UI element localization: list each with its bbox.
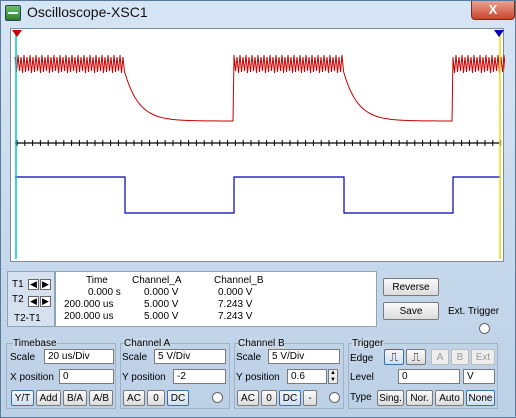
falling-edge-icon[interactable]: ⎍ — [406, 349, 426, 365]
t1-label: T1 — [12, 279, 24, 290]
timebase-title: Timebase — [13, 338, 57, 349]
trigger-auto-button[interactable]: Auto — [435, 390, 464, 406]
type-label: Type — [350, 392, 372, 403]
title-bar[interactable]: Oscilloscope-XSC1 X — [1, 1, 515, 25]
trigger-source-b-button[interactable]: B — [451, 349, 469, 365]
t2-left-arrow-icon[interactable]: ◀ — [28, 296, 39, 307]
channel-a-ypos-label: Y position — [122, 372, 166, 383]
t2-t1-label: T2-T1 — [14, 313, 41, 324]
trigger-normal-button[interactable]: Nor. — [406, 390, 433, 406]
t2-t1-time: 200.000 us — [64, 311, 114, 322]
x-position-field[interactable]: 0 — [59, 369, 114, 384]
trigger-single-button[interactable]: Sing. — [377, 390, 404, 406]
channel-b-scale-label: Scale — [236, 352, 262, 363]
channel-a-title: Channel A — [124, 338, 171, 349]
x-position-label: X position — [10, 372, 54, 383]
channel-b-ac-button[interactable]: AC — [237, 390, 259, 406]
add-mode-button[interactable]: Add — [36, 390, 61, 406]
trigger-level-unit[interactable]: V — [463, 369, 495, 384]
header-channel-a: Channel_A — [132, 275, 182, 286]
t1-time: 0.000 s — [88, 287, 121, 298]
rising-edge-icon[interactable]: ⎍ — [384, 349, 404, 365]
t1-left-arrow-icon[interactable]: ◀ — [28, 279, 39, 290]
channel-a-scale-field[interactable]: 5 V/Div — [154, 349, 226, 364]
oscilloscope-window: Oscilloscope-XSC1 X T1 ◀ ▶ T2 ◀ ▶ T2-T1 … — [0, 0, 516, 418]
channel-b-terminal[interactable] — [329, 392, 340, 403]
t2-label: T2 — [12, 294, 24, 305]
channel-a-dc-button[interactable]: DC — [167, 390, 189, 406]
channel-b-title: Channel B — [238, 338, 285, 349]
edge-label: Edge — [350, 353, 374, 364]
trigger-level-field[interactable]: 0 — [398, 369, 460, 384]
cursor-t1-marker-icon[interactable] — [12, 30, 22, 37]
channel-b-ypos-label: Y position — [236, 372, 280, 383]
channel-a-ac-button[interactable]: AC — [123, 390, 145, 406]
t2-channel-a: 5.000 V — [144, 299, 179, 310]
channel-a-scale-label: Scale — [122, 352, 148, 363]
scope-screen[interactable] — [10, 28, 505, 262]
reverse-button[interactable]: Reverse — [383, 278, 439, 296]
window-title: Oscilloscope-XSC1 — [27, 4, 148, 20]
level-label: Level — [350, 372, 374, 383]
timebase-scale-field[interactable]: 20 us/Div — [44, 349, 114, 364]
channel-b-minus-button[interactable]: - — [303, 390, 317, 406]
channel-b-scale-field[interactable]: 5 V/Div — [268, 349, 340, 364]
ext-trigger-terminal[interactable] — [479, 323, 490, 334]
ab-mode-button[interactable]: A/B — [89, 390, 113, 406]
ba-mode-button[interactable]: B/A — [63, 390, 87, 406]
channel-a-trace — [14, 54, 505, 122]
t2-t1-channel-a: 5.000 V — [144, 311, 179, 322]
channel-a-terminal[interactable] — [212, 392, 223, 403]
channel-b-trace — [15, 176, 501, 214]
trigger-source-a-button[interactable]: A — [431, 349, 449, 365]
cursor-t2-marker-icon[interactable] — [494, 30, 504, 37]
t2-right-arrow-icon[interactable]: ▶ — [40, 296, 51, 307]
t1-channel-b: 0.000 V — [218, 287, 253, 298]
channel-b-ypos-field[interactable]: 0.6 — [287, 369, 327, 384]
trigger-source-ext-button[interactable]: Ext — [471, 349, 495, 365]
trigger-none-button[interactable]: None — [466, 390, 495, 406]
channel-b-ypos-spinner[interactable]: ▲ ▼ — [328, 369, 338, 384]
channel-a-waveform — [14, 54, 505, 122]
t2-time: 200.000 us — [64, 299, 114, 310]
t1-right-arrow-icon[interactable]: ▶ — [40, 279, 51, 290]
readout-table: Time Channel_A Channel_B 0.000 s 0.000 V… — [55, 271, 377, 327]
save-button[interactable]: Save — [383, 302, 439, 320]
header-channel-b: Channel_B — [214, 275, 264, 286]
channel-b-zero-button[interactable]: 0 — [261, 390, 277, 406]
ext-trigger-label: Ext. Trigger — [448, 306, 500, 317]
yt-mode-button[interactable]: Y/T — [11, 390, 34, 406]
channel-b-dc-button[interactable]: DC — [279, 390, 301, 406]
waveform-display — [12, 30, 505, 259]
t2-t1-channel-b: 7.243 V — [218, 311, 253, 322]
t1-channel-a: 0.000 V — [144, 287, 179, 298]
header-time: Time — [86, 275, 108, 286]
channel-a-zero-button[interactable]: 0 — [147, 390, 165, 406]
channel-a-ypos-field[interactable]: -2 — [173, 369, 226, 384]
oscilloscope-icon — [5, 5, 21, 21]
measurement-readout: T1 ◀ ▶ T2 ◀ ▶ T2-T1 Time Channel_A Chann… — [7, 271, 377, 327]
t2-channel-b: 7.243 V — [218, 299, 253, 310]
cursor-controls: T1 ◀ ▶ T2 ◀ ▶ T2-T1 — [7, 271, 55, 327]
close-button[interactable]: X — [471, 1, 515, 20]
timebase-scale-label: Scale — [10, 352, 36, 363]
trigger-title: Trigger — [352, 338, 384, 349]
